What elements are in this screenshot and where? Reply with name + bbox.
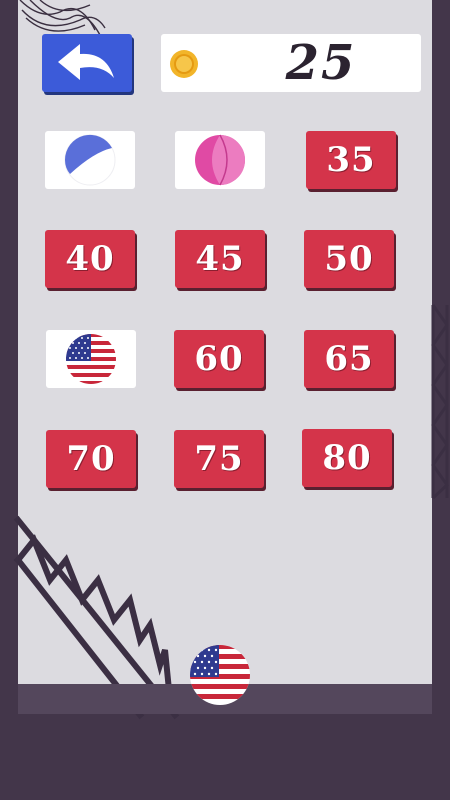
skin-tile-pink-ball[interactable]	[175, 131, 265, 189]
price-tile-80[interactable]: 80	[302, 429, 392, 487]
price-label: 60	[194, 339, 244, 379]
coin-panel: 25	[161, 34, 421, 92]
coin-count: 25	[285, 35, 357, 91]
right-truss-decoration	[431, 304, 449, 500]
player-ball-usa-flag	[190, 645, 250, 705]
price-label: 70	[66, 439, 116, 479]
back-arrow-icon	[58, 44, 114, 80]
price-tile-75[interactable]: 75	[174, 430, 264, 488]
back-button[interactable]	[42, 34, 132, 92]
price-label: 75	[194, 439, 244, 479]
price-label: 35	[326, 140, 376, 180]
price-tile-60[interactable]: 60	[174, 330, 264, 388]
price-label: 45	[195, 239, 245, 279]
gold-coin-icon	[170, 50, 198, 78]
price-label: 40	[65, 239, 115, 279]
skin-tile-usa-flag-ball[interactable]	[46, 330, 136, 388]
price-tile-35[interactable]: 35	[306, 131, 396, 189]
price-tile-50[interactable]: 50	[304, 230, 394, 288]
pink-ball-icon	[195, 134, 245, 186]
usa-flag-ball-icon	[66, 334, 116, 384]
price-tile-40[interactable]: 40	[45, 230, 135, 288]
price-tile-45[interactable]: 45	[175, 230, 265, 288]
skin-tile-blue-half-ball[interactable]	[45, 131, 135, 189]
price-label: 80	[322, 438, 372, 478]
blue-half-ball-icon	[64, 134, 116, 186]
price-tile-70[interactable]: 70	[46, 430, 136, 488]
price-label: 50	[324, 239, 374, 279]
price-tile-65[interactable]: 65	[304, 330, 394, 388]
price-label: 65	[324, 339, 374, 379]
